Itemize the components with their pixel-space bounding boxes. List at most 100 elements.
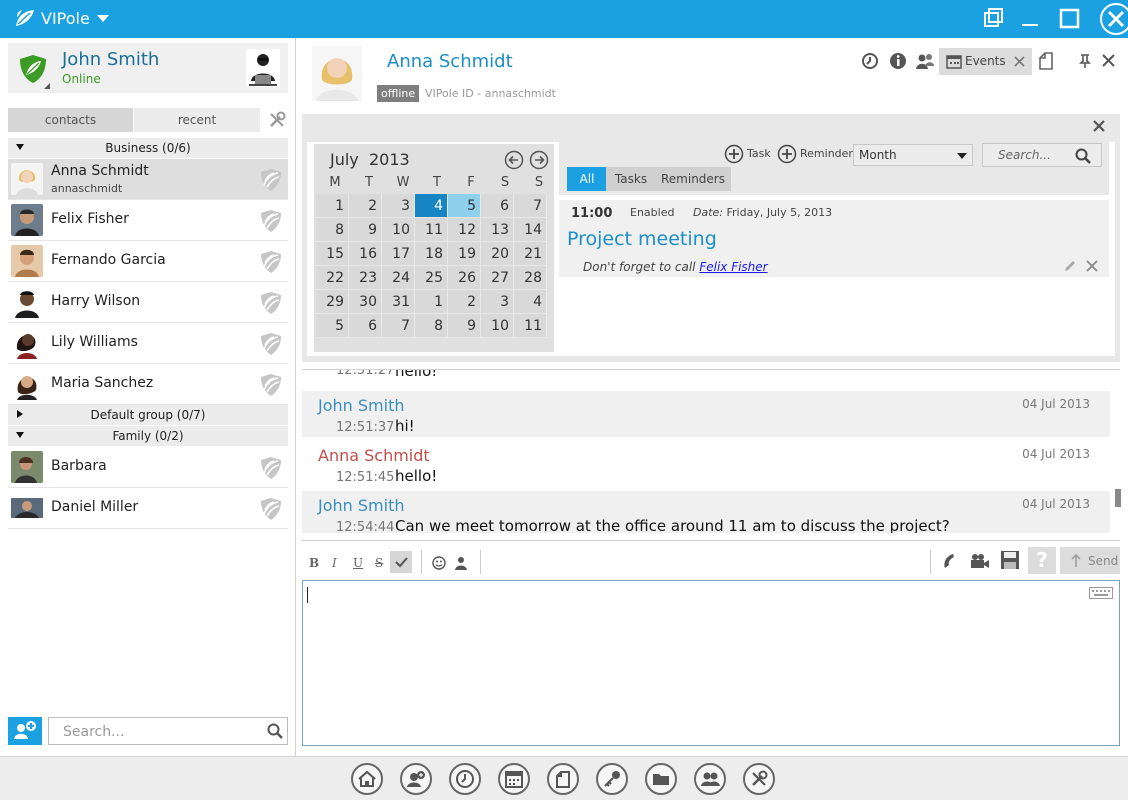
- expand-triangle-icon[interactable]: [17, 410, 23, 418]
- filter-tab-reminders[interactable]: Reminders: [655, 167, 731, 191]
- status-menu-icon[interactable]: [44, 83, 50, 89]
- emoji-icon[interactable]: [432, 556, 446, 570]
- calendar-day[interactable]: 22: [316, 266, 349, 290]
- calendar-day[interactable]: 8: [316, 218, 349, 242]
- pin-icon[interactable]: [1078, 53, 1092, 69]
- calendar-day[interactable]: 7: [514, 194, 547, 218]
- message-input[interactable]: [302, 580, 1120, 746]
- filter-tab-all[interactable]: All: [567, 167, 607, 191]
- calendar-day[interactable]: 5: [448, 194, 481, 218]
- tab-events[interactable]: Events: [939, 48, 1032, 75]
- search-icon[interactable]: [1075, 148, 1091, 164]
- contact-lily-williams[interactable]: Lily Williams: [8, 323, 288, 364]
- groups-icon[interactable]: [694, 763, 726, 795]
- app-menu-chevron-icon[interactable]: [97, 15, 109, 22]
- message[interactable]: John Smith 04 Jul 2013 12:51:37 hi!: [302, 391, 1110, 437]
- calendar-day[interactable]: 21: [514, 242, 547, 266]
- save-icon[interactable]: [1000, 550, 1020, 570]
- calendar-day[interactable]: 1: [316, 194, 349, 218]
- bold-button[interactable]: B: [309, 556, 319, 570]
- new-tab-icon[interactable]: [1038, 52, 1054, 70]
- group-default[interactable]: Default group (0/7): [8, 405, 288, 425]
- my-profile[interactable]: John Smith Online: [8, 43, 288, 93]
- calendar-day[interactable]: 27: [481, 266, 514, 290]
- info-icon[interactable]: [889, 52, 907, 70]
- calendar-day[interactable]: 28: [514, 266, 547, 290]
- calendar-day[interactable]: 30: [349, 290, 382, 314]
- strike-button[interactable]: S: [375, 556, 383, 570]
- range-select[interactable]: Month: [853, 144, 973, 166]
- calendar-day[interactable]: 26: [448, 266, 481, 290]
- maximize-icon[interactable]: [1057, 6, 1083, 32]
- contact-avatar[interactable]: [312, 46, 362, 101]
- note-link[interactable]: Felix Fisher: [699, 260, 767, 274]
- message[interactable]: Anna Schmidt 04 Jul 2013 12:51:45 hello!: [302, 441, 1110, 487]
- notes-icon[interactable]: [547, 763, 579, 795]
- group-business[interactable]: Business (0/6): [8, 138, 288, 158]
- call-icon[interactable]: [940, 551, 960, 571]
- close-window-icon[interactable]: [1096, 0, 1128, 38]
- calendar-day[interactable]: 18: [415, 242, 448, 266]
- tab-recent[interactable]: recent: [134, 108, 260, 132]
- delete-event-icon[interactable]: [1085, 259, 1099, 273]
- next-month-icon[interactable]: [529, 150, 549, 170]
- edit-event-icon[interactable]: [1063, 259, 1077, 273]
- calendar-day[interactable]: 20: [481, 242, 514, 266]
- app-name[interactable]: VIPole: [41, 9, 90, 28]
- calendar-day[interactable]: 9: [448, 314, 481, 338]
- settings-icon[interactable]: [743, 763, 775, 795]
- calendar-day[interactable]: 8: [415, 314, 448, 338]
- contact-fernando-garcia[interactable]: Fernando Garcia: [8, 241, 288, 282]
- my-avatar[interactable]: [246, 49, 280, 87]
- calendar-day[interactable]: 6: [481, 194, 514, 218]
- send-contact-icon[interactable]: [454, 556, 468, 570]
- calendar-day[interactable]: 3: [382, 194, 415, 218]
- spellcheck-button[interactable]: [390, 551, 412, 573]
- calendar-day[interactable]: 1: [415, 290, 448, 314]
- calendar-icon[interactable]: [498, 763, 530, 795]
- group-chat-icon[interactable]: [915, 52, 935, 70]
- close-events-icon[interactable]: [1092, 119, 1106, 133]
- contact-maria-sanchez[interactable]: Maria Sanchez: [8, 364, 288, 405]
- calendar-day[interactable]: 2: [349, 194, 382, 218]
- prev-month-icon[interactable]: [504, 150, 524, 170]
- search-icon[interactable]: [267, 723, 283, 739]
- events-search-input[interactable]: Search...: [982, 143, 1102, 167]
- calendar-day[interactable]: 23: [349, 266, 382, 290]
- calendar-day[interactable]: 25: [415, 266, 448, 290]
- key-icon[interactable]: [596, 763, 628, 795]
- calendar-day[interactable]: 6: [349, 314, 382, 338]
- history-icon[interactable]: [449, 763, 481, 795]
- calendar-day[interactable]: 10: [481, 314, 514, 338]
- add-contact-button[interactable]: [8, 717, 42, 745]
- contact-felix-fisher[interactable]: Felix Fisher: [8, 200, 288, 241]
- calendar-day[interactable]: 12: [448, 218, 481, 242]
- collapse-triangle-icon[interactable]: [16, 144, 24, 150]
- contact-barbara[interactable]: Barbara: [8, 447, 288, 488]
- calendar-day[interactable]: 14: [514, 218, 547, 242]
- event-item[interactable]: 11:00 Enabled Date: Friday, July 5, 2013…: [559, 200, 1109, 277]
- contact-search-input[interactable]: Search...: [48, 717, 288, 745]
- calendar-day[interactable]: 2: [448, 290, 481, 314]
- calendar-day[interactable]: 10: [382, 218, 415, 242]
- help-icon[interactable]: ?: [1028, 547, 1056, 574]
- filter-tab-tasks[interactable]: Tasks: [606, 167, 656, 191]
- contact-anna-schmidt[interactable]: Anna Schmidt annaschmidt: [8, 159, 288, 200]
- restore-icon[interactable]: [980, 6, 1006, 32]
- calendar-day[interactable]: 13: [481, 218, 514, 242]
- home-icon[interactable]: [351, 763, 383, 795]
- calendar-day[interactable]: 9: [349, 218, 382, 242]
- underline-button[interactable]: U: [353, 556, 363, 570]
- send-button[interactable]: Send: [1060, 547, 1120, 574]
- video-call-icon[interactable]: [969, 551, 991, 571]
- calendar-day[interactable]: 4: [514, 290, 547, 314]
- add-reminder-button[interactable]: Reminder: [777, 144, 853, 164]
- folder-icon[interactable]: [645, 763, 677, 795]
- calendar-day[interactable]: 4: [415, 194, 448, 218]
- tab-contacts[interactable]: contacts: [8, 108, 133, 132]
- keyboard-icon[interactable]: [1089, 587, 1113, 599]
- message[interactable]: John Smith 04 Jul 2013 12:54:44 Can we m…: [302, 491, 1110, 533]
- calendar-day[interactable]: 11: [415, 218, 448, 242]
- calendar-day[interactable]: 15: [316, 242, 349, 266]
- group-family[interactable]: Family (0/2): [8, 426, 288, 446]
